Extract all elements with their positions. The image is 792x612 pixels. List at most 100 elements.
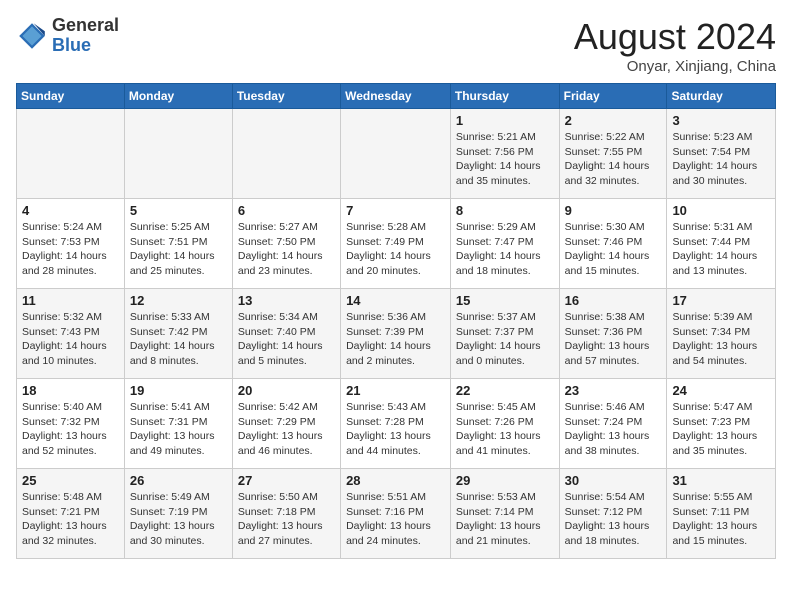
day-number: 28 [346,473,445,488]
day-info: Sunrise: 5:37 AMSunset: 7:37 PMDaylight:… [456,310,554,369]
calendar-cell-4-6: 23 Sunrise: 5:46 AMSunset: 7:24 PMDayligh… [559,379,667,469]
calendar-cell-4-1: 18 Sunrise: 5:40 AMSunset: 7:32 PMDayligh… [17,379,125,469]
day-number: 5 [130,203,227,218]
title-block: August 2024 Onyar, Xinjiang, China [574,16,776,75]
day-info: Sunrise: 5:42 AMSunset: 7:29 PMDaylight:… [238,400,335,459]
calendar-cell-4-7: 24Sunrise: 5:47 AMSunset: 7:23 PMDayligh… [667,379,776,469]
calendar-cell-1-7: 3 Sunrise: 5:23 AMSunset: 7:54 PMDaylight… [667,109,776,199]
calendar-cell-2-2: 5 Sunrise: 5:25 AMSunset: 7:51 PMDaylight… [124,199,232,289]
calendar-cell-2-1: 4 Sunrise: 5:24 AMSunset: 7:53 PMDaylight… [17,199,125,289]
calendar-cell-5-1: 25 Sunrise: 5:48 AMSunset: 7:21 PMDayligh… [17,469,125,559]
col-wednesday: Wednesday [341,84,451,109]
day-number: 26 [130,473,227,488]
day-number: 29 [456,473,554,488]
calendar-cell-1-6: 2 Sunrise: 5:22 AMSunset: 7:55 PMDaylight… [559,109,667,199]
day-number: 11 [22,293,119,308]
day-info: Sunrise: 5:49 AMSunset: 7:19 PMDaylight:… [130,490,227,549]
day-info: Sunrise: 5:24 AMSunset: 7:53 PMDaylight:… [22,220,119,279]
calendar-cell-3-4: 14Sunrise: 5:36 AMSunset: 7:39 PMDayligh… [341,289,451,379]
day-number: 13 [238,293,335,308]
day-number: 10 [672,203,770,218]
day-info: Sunrise: 5:53 AMSunset: 7:14 PMDaylight:… [456,490,554,549]
col-saturday: Saturday [667,84,776,109]
week-row-2: 4 Sunrise: 5:24 AMSunset: 7:53 PMDaylight… [17,199,776,289]
calendar-cell-1-3 [232,109,340,199]
calendar-cell-5-5: 29 Sunrise: 5:53 AMSunset: 7:14 PMDayligh… [450,469,559,559]
day-number: 6 [238,203,335,218]
day-number: 21 [346,383,445,398]
calendar-cell-2-4: 7 Sunrise: 5:28 AMSunset: 7:49 PMDaylight… [341,199,451,289]
calendar-cell-5-7: 31Sunrise: 5:55 AMSunset: 7:11 PMDayligh… [667,469,776,559]
col-monday: Monday [124,84,232,109]
day-number: 2 [565,113,662,128]
calendar-cell-1-1 [17,109,125,199]
day-number: 27 [238,473,335,488]
day-info: Sunrise: 5:23 AMSunset: 7:54 PMDaylight:… [672,130,770,189]
day-info: Sunrise: 5:31 AMSunset: 7:44 PMDaylight:… [672,220,770,279]
calendar-cell-2-7: 10 Sunrise: 5:31 AMSunset: 7:44 PMDayligh… [667,199,776,289]
day-info: Sunrise: 5:45 AMSunset: 7:26 PMDaylight:… [456,400,554,459]
day-info: Sunrise: 5:25 AMSunset: 7:51 PMDaylight:… [130,220,227,279]
calendar-cell-3-2: 12 Sunrise: 5:33 AMSunset: 7:42 PMDayligh… [124,289,232,379]
day-number: 30 [565,473,662,488]
calendar-header: Sunday Monday Tuesday Wednesday Thursday… [17,84,776,109]
week-row-3: 11Sunrise: 5:32 AMSunset: 7:43 PMDayligh… [17,289,776,379]
calendar-cell-5-2: 26 Sunrise: 5:49 AMSunset: 7:19 PMDayligh… [124,469,232,559]
col-sunday: Sunday [17,84,125,109]
day-number: 25 [22,473,119,488]
day-info: Sunrise: 5:22 AMSunset: 7:55 PMDaylight:… [565,130,662,189]
day-number: 12 [130,293,227,308]
day-info: Sunrise: 5:54 AMSunset: 7:12 PMDaylight:… [565,490,662,549]
day-number: 16 [565,293,662,308]
calendar-cell-1-2 [124,109,232,199]
calendar-cell-1-5: 1Sunrise: 5:21 AMSunset: 7:56 PMDaylight… [450,109,559,199]
day-info: Sunrise: 5:50 AMSunset: 7:18 PMDaylight:… [238,490,335,549]
calendar-cell-4-2: 19Sunrise: 5:41 AMSunset: 7:31 PMDayligh… [124,379,232,469]
day-info: Sunrise: 5:55 AMSunset: 7:11 PMDaylight:… [672,490,770,549]
day-info: Sunrise: 5:36 AMSunset: 7:39 PMDaylight:… [346,310,445,369]
day-number: 20 [238,383,335,398]
calendar-cell-3-5: 15 Sunrise: 5:37 AMSunset: 7:37 PMDayligh… [450,289,559,379]
header-row: Sunday Monday Tuesday Wednesday Thursday… [17,84,776,109]
day-info: Sunrise: 5:33 AMSunset: 7:42 PMDaylight:… [130,310,227,369]
day-info: Sunrise: 5:39 AMSunset: 7:34 PMDaylight:… [672,310,770,369]
calendar-cell-3-7: 17Sunrise: 5:39 AMSunset: 7:34 PMDayligh… [667,289,776,379]
day-number: 9 [565,203,662,218]
day-info: Sunrise: 5:38 AMSunset: 7:36 PMDaylight:… [565,310,662,369]
col-tuesday: Tuesday [232,84,340,109]
col-thursday: Thursday [450,84,559,109]
calendar-cell-4-4: 21Sunrise: 5:43 AMSunset: 7:28 PMDayligh… [341,379,451,469]
day-info: Sunrise: 5:28 AMSunset: 7:49 PMDaylight:… [346,220,445,279]
day-number: 4 [22,203,119,218]
calendar-cell-2-5: 8 Sunrise: 5:29 AMSunset: 7:47 PMDaylight… [450,199,559,289]
calendar-cell-3-3: 13 Sunrise: 5:34 AMSunset: 7:40 PMDayligh… [232,289,340,379]
page-header: General Blue August 2024 Onyar, Xinjiang… [16,16,776,75]
day-number: 15 [456,293,554,308]
day-info: Sunrise: 5:51 AMSunset: 7:16 PMDaylight:… [346,490,445,549]
day-info: Sunrise: 5:21 AMSunset: 7:56 PMDaylight:… [456,130,554,189]
day-number: 7 [346,203,445,218]
month-title: August 2024 [574,16,776,58]
calendar-cell-5-6: 30 Sunrise: 5:54 AMSunset: 7:12 PMDayligh… [559,469,667,559]
day-number: 23 [565,383,662,398]
calendar-cell-3-6: 16 Sunrise: 5:38 AMSunset: 7:36 PMDayligh… [559,289,667,379]
day-info: Sunrise: 5:40 AMSunset: 7:32 PMDaylight:… [22,400,119,459]
calendar-cell-2-3: 6 Sunrise: 5:27 AMSunset: 7:50 PMDaylight… [232,199,340,289]
day-number: 24 [672,383,770,398]
logo-text: General Blue [52,16,119,56]
day-info: Sunrise: 5:34 AMSunset: 7:40 PMDaylight:… [238,310,335,369]
calendar-cell-2-6: 9Sunrise: 5:30 AMSunset: 7:46 PMDaylight… [559,199,667,289]
day-number: 8 [456,203,554,218]
calendar-cell-1-4 [341,109,451,199]
logo-icon [16,20,48,52]
day-info: Sunrise: 5:41 AMSunset: 7:31 PMDaylight:… [130,400,227,459]
day-info: Sunrise: 5:46 AMSunset: 7:24 PMDaylight:… [565,400,662,459]
day-number: 3 [672,113,770,128]
day-info: Sunrise: 5:29 AMSunset: 7:47 PMDaylight:… [456,220,554,279]
day-number: 18 [22,383,119,398]
calendar-table: Sunday Monday Tuesday Wednesday Thursday… [16,83,776,559]
calendar-cell-3-1: 11Sunrise: 5:32 AMSunset: 7:43 PMDayligh… [17,289,125,379]
day-info: Sunrise: 5:27 AMSunset: 7:50 PMDaylight:… [238,220,335,279]
calendar-cell-5-4: 28 Sunrise: 5:51 AMSunset: 7:16 PMDayligh… [341,469,451,559]
day-info: Sunrise: 5:48 AMSunset: 7:21 PMDaylight:… [22,490,119,549]
